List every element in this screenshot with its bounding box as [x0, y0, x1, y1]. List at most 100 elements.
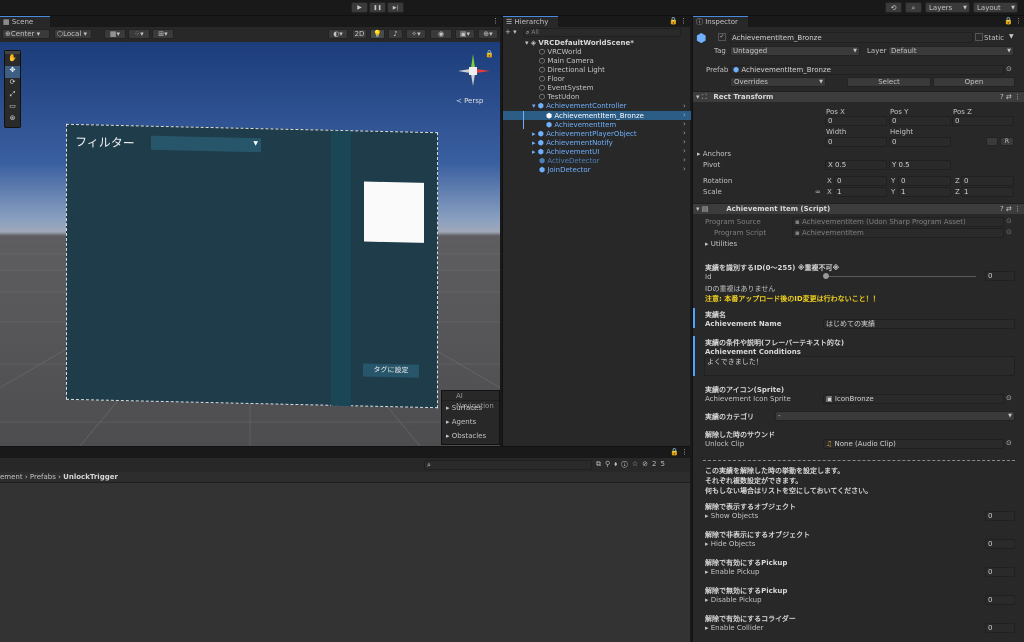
add-button[interactable]: + ▾	[505, 28, 517, 37]
layout-dropdown[interactable]: Layout ▼	[973, 2, 1018, 13]
blueprint-mode-button[interactable]	[986, 137, 998, 146]
object-name-field[interactable]: AchievementItem_Bronze	[729, 32, 973, 43]
ai-nav-item-agents[interactable]: ▸ Agents	[442, 415, 499, 429]
pos-z-field[interactable]: 0	[952, 116, 1014, 126]
disable-pickup-foldout[interactable]: ▸ Disable Pickup	[705, 596, 762, 604]
script-component-header[interactable]: ▾ ▤ Achievement Item (Script) ? ⇄ ⋮	[693, 203, 1024, 214]
select-button[interactable]: Select	[847, 77, 931, 87]
hierarchy-item-directional-light[interactable]: ⬡ Directional Light	[539, 66, 605, 74]
pivot-x-field[interactable]: X 0.5	[825, 160, 887, 170]
icon-field[interactable]: ▣ IconBronze	[823, 394, 1004, 404]
enable-collider-foldout[interactable]: ▸ Enable Collider	[705, 624, 763, 632]
history-icon[interactable]: ⟲	[885, 2, 902, 13]
rot-y-field[interactable]: 0	[898, 176, 951, 186]
hierarchy-item-main-camera[interactable]: ⬡ Main Camera	[539, 57, 594, 65]
pivot-dropdown[interactable]: ⊕Center ▾	[2, 29, 50, 39]
target-icon[interactable]: ⊙	[1006, 394, 1012, 402]
hierarchy-search-input[interactable]: ⌕ All	[523, 28, 681, 37]
tab-scene[interactable]: ▦ Scene	[0, 16, 50, 27]
grid-visibility-button[interactable]: ⊞▾	[152, 29, 174, 39]
tab-inspector[interactable]: ⓘ Inspector	[693, 16, 748, 27]
id-slider-handle[interactable]	[823, 273, 829, 279]
step-button[interactable]: ▶|	[387, 2, 404, 13]
height-field[interactable]: 0	[889, 137, 951, 147]
more-icon[interactable]: 🔒 ⋮	[1004, 16, 1022, 26]
target-icon[interactable]: ⊙	[1006, 65, 1012, 73]
filter-type-icon[interactable]: ⚲	[605, 460, 614, 468]
breadcrumb-item[interactable]: Prefabs	[30, 473, 56, 481]
enable-pickup-foldout[interactable]: ▸ Enable Pickup	[705, 568, 759, 576]
overrides-dropdown[interactable]: Overrides ▼	[730, 77, 826, 87]
search-type-icon[interactable]: ⧉	[596, 460, 605, 468]
breadcrumb-item[interactable]: UnlockTrigger	[63, 473, 118, 481]
hide-objects-count[interactable]: 0	[985, 539, 1015, 549]
id-field[interactable]: 0	[985, 271, 1015, 281]
target-icon[interactable]: ⊙	[1006, 439, 1012, 447]
rect-tool-icon[interactable]: ▭	[5, 102, 20, 114]
more-icon[interactable]: 🔒 ⋮	[670, 447, 688, 457]
visibility-toggle-icon[interactable]: ◉	[430, 29, 452, 39]
effects-toggle-icon[interactable]: ✧▾	[406, 29, 426, 39]
hierarchy-item-achievementcontroller[interactable]: ▾ ⬢ AchievementController	[532, 102, 627, 110]
hierarchy-item-achievementitem[interactable]: ⬢ AchievementItem	[546, 121, 616, 129]
camera-settings-icon[interactable]: ▣▾	[455, 29, 475, 39]
category-dropdown[interactable]: - ▼	[775, 411, 1015, 421]
static-checkbox[interactable]	[975, 33, 983, 41]
layer-dropdown[interactable]: Default ▼	[888, 46, 1014, 56]
hierarchy-item-activedetector[interactable]: ⬢ ActiveDetector	[539, 157, 600, 165]
active-checkbox[interactable]: ✓	[718, 33, 726, 41]
space-dropdown[interactable]: ⬡Local ▾	[54, 29, 92, 39]
scene-viewport[interactable]: フィルター ▼ タグに設定 ✋ ✥ ⟳ ⤢ ▭ ⊛ 🔒 ≺ Persp AI N…	[0, 42, 500, 446]
pause-button[interactable]: ❚❚	[369, 2, 386, 13]
enable-collider-count[interactable]: 0	[985, 623, 1015, 633]
rot-z-field[interactable]: 0	[961, 176, 1014, 186]
chevron-right-icon[interactable]: › › › › › › › ›	[683, 102, 686, 174]
tab-hierarchy[interactable]: ☰ Hierarchy	[503, 16, 558, 27]
hierarchy-item-achievementplayerobject[interactable]: ▸ ⬢ AchievementPlayerObject	[532, 130, 637, 138]
chevron-down-icon[interactable]: ▼	[1009, 33, 1014, 40]
utilities-foldout[interactable]: ▸ Utilities	[705, 240, 737, 248]
rot-x-field[interactable]: 0	[834, 176, 887, 186]
scale-z-field[interactable]: 1	[961, 187, 1014, 197]
hierarchy-item-joindetector[interactable]: ⬢ JoinDetector	[539, 166, 591, 174]
scale-x-field[interactable]: 1	[834, 187, 887, 197]
visibility-icon[interactable]: ⊘	[642, 460, 652, 468]
hierarchy-item-eventsystem[interactable]: ⬡ EventSystem	[539, 84, 594, 92]
tag-set-button[interactable]: タグに設定	[363, 363, 419, 378]
move-tool-icon[interactable]: ✥	[5, 66, 20, 78]
tag-dropdown[interactable]: Untagged ▼	[730, 46, 860, 56]
hide-objects-foldout[interactable]: ▸ Hide Objects	[705, 540, 755, 548]
hierarchy-item-vrcworld[interactable]: ⬡ VRCWorld	[539, 48, 582, 56]
hierarchy-item-testudon[interactable]: ⬡ TestUdon	[539, 93, 579, 101]
search-icon[interactable]: ⌕	[905, 2, 922, 13]
show-objects-count[interactable]: 0	[985, 511, 1015, 521]
info-icon[interactable]: ⓘ	[621, 460, 632, 468]
scene-root[interactable]: ▾ ◈ VRCDefaultWorldScene*	[525, 39, 634, 47]
sound-field[interactable]: ♫ None (Audio Clip)	[823, 439, 1004, 449]
pos-y-field[interactable]: 0	[889, 116, 951, 126]
open-button[interactable]: Open	[933, 77, 1015, 87]
name-field[interactable]: はじめての実績	[823, 319, 1015, 329]
hierarchy-item-achievementnotify[interactable]: ▸ ⬢ AchievementNotify	[532, 139, 613, 147]
scale-y-field[interactable]: 1	[898, 187, 951, 197]
raw-edit-button[interactable]: R	[1000, 137, 1014, 146]
gizmos-toggle-icon[interactable]: ⊕▾	[478, 29, 498, 39]
play-button[interactable]: ▶	[351, 2, 368, 13]
filter-dropdown[interactable]: ▼	[151, 135, 261, 153]
snap-increment-button[interactable]: ⁘▾	[128, 29, 150, 39]
breadcrumb-item[interactable]: ement	[0, 473, 23, 481]
pos-x-field[interactable]: 0	[825, 116, 887, 126]
conditions-field[interactable]: よくできました！	[704, 356, 1015, 376]
canvas-panel[interactable]: フィルター ▼ タグに設定	[66, 123, 438, 409]
2d-toggle[interactable]: 2D	[352, 29, 367, 39]
star-icon[interactable]: ☆	[632, 460, 642, 468]
grid-snap-button[interactable]: ▦▾	[104, 29, 126, 39]
anchors-foldout[interactable]: ▸ Anchors	[697, 150, 731, 158]
hierarchy-item-achievementui[interactable]: ▸ ⬢ AchievementUI	[532, 148, 599, 156]
more-icon[interactable]: 🔒 ⋮	[669, 16, 687, 26]
component-menu-icons[interactable]: ? ⇄ ⋮	[1000, 92, 1021, 102]
show-objects-foldout[interactable]: ▸ Show Objects	[705, 512, 758, 520]
rotate-tool-icon[interactable]: ⟳	[5, 78, 20, 90]
project-assets-area[interactable]	[0, 483, 690, 642]
scrollbar-track[interactable]	[331, 130, 351, 407]
